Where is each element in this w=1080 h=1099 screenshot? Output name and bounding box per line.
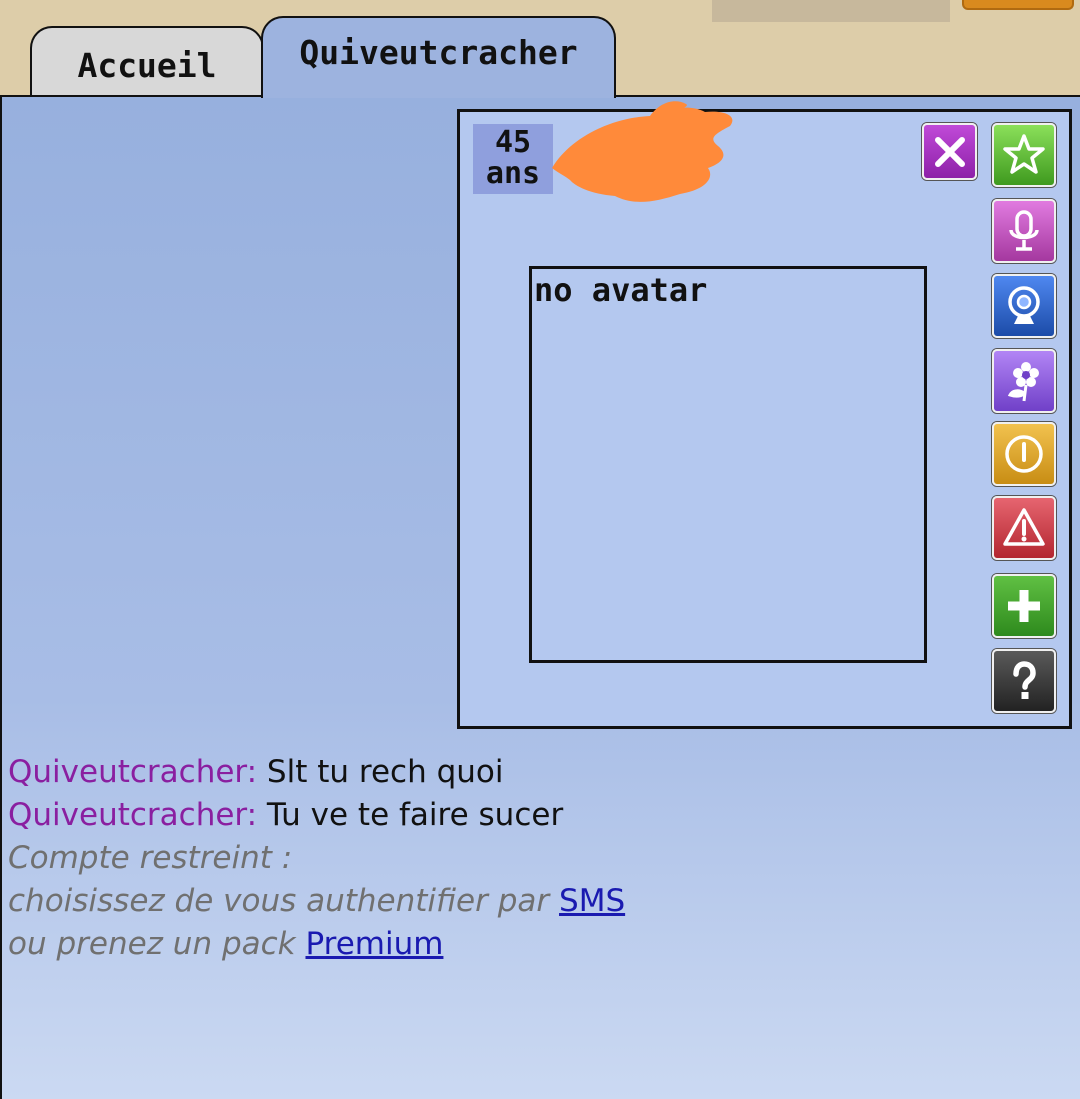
report-button[interactable]: [992, 496, 1056, 560]
top-bar-button[interactable]: [962, 0, 1074, 10]
star-icon: [1003, 134, 1045, 174]
coin-icon: [1005, 435, 1043, 473]
restricted-account-notice: Compte restreint :: [8, 840, 293, 876]
tab-user-chat[interactable]: Quiveutcracher: [261, 16, 616, 98]
message-text: Slt tu rech quoi: [257, 754, 504, 790]
add-contact-button[interactable]: [992, 574, 1056, 638]
message-sender[interactable]: Quiveutcracher:: [8, 754, 257, 790]
chat-message: Quiveutcracher: Tu ve te faire sucer: [8, 794, 625, 837]
plus-icon: [1008, 590, 1040, 622]
gift-flower-button[interactable]: [992, 349, 1056, 413]
sms-auth-text: choisissez de vous authentifier par: [8, 883, 560, 919]
message-sender[interactable]: Quiveutcracher:: [8, 797, 257, 833]
redaction-scribble: [552, 101, 733, 202]
avatar-placeholder: no avatar: [534, 271, 708, 309]
flower-icon: [1007, 362, 1039, 402]
microphone-icon: [1009, 210, 1039, 251]
warning-icon: [1003, 508, 1045, 546]
close-icon: [934, 136, 965, 167]
top-bar-block: [712, 0, 950, 22]
webcam-icon: [1008, 286, 1040, 324]
credits-button[interactable]: [992, 422, 1056, 486]
voice-button[interactable]: [992, 199, 1056, 263]
help-icon: [1013, 661, 1036, 699]
tab-bar: Accueil Quiveutcracher: [0, 0, 1080, 98]
profile-panel: 45 ans no avatar: [457, 101, 1072, 729]
help-button[interactable]: [992, 649, 1056, 713]
message-text: Tu ve te faire sucer: [257, 797, 564, 833]
chat-log: Quiveutcracher: Slt tu rech quoi Quiveut…: [8, 751, 625, 966]
premium-link[interactable]: Premium: [305, 926, 443, 962]
close-button[interactable]: [922, 123, 977, 180]
premium-notice: ou prenez un pack Premium: [8, 923, 625, 966]
chat-window: 45 ans no avatar Quiveutcracher: Slt tu …: [0, 95, 1080, 1099]
webcam-button[interactable]: [992, 274, 1056, 338]
tab-home[interactable]: Accueil: [30, 26, 264, 96]
chat-message: Quiveutcracher: Slt tu rech quoi: [8, 751, 625, 794]
premium-text: ou prenez un pack: [8, 926, 306, 962]
sms-auth-notice: choisissez de vous authentifier par SMS: [8, 880, 625, 923]
sms-link[interactable]: SMS: [559, 883, 625, 919]
favorite-button[interactable]: [992, 123, 1056, 187]
avatar-frame: no avatar: [529, 266, 927, 663]
